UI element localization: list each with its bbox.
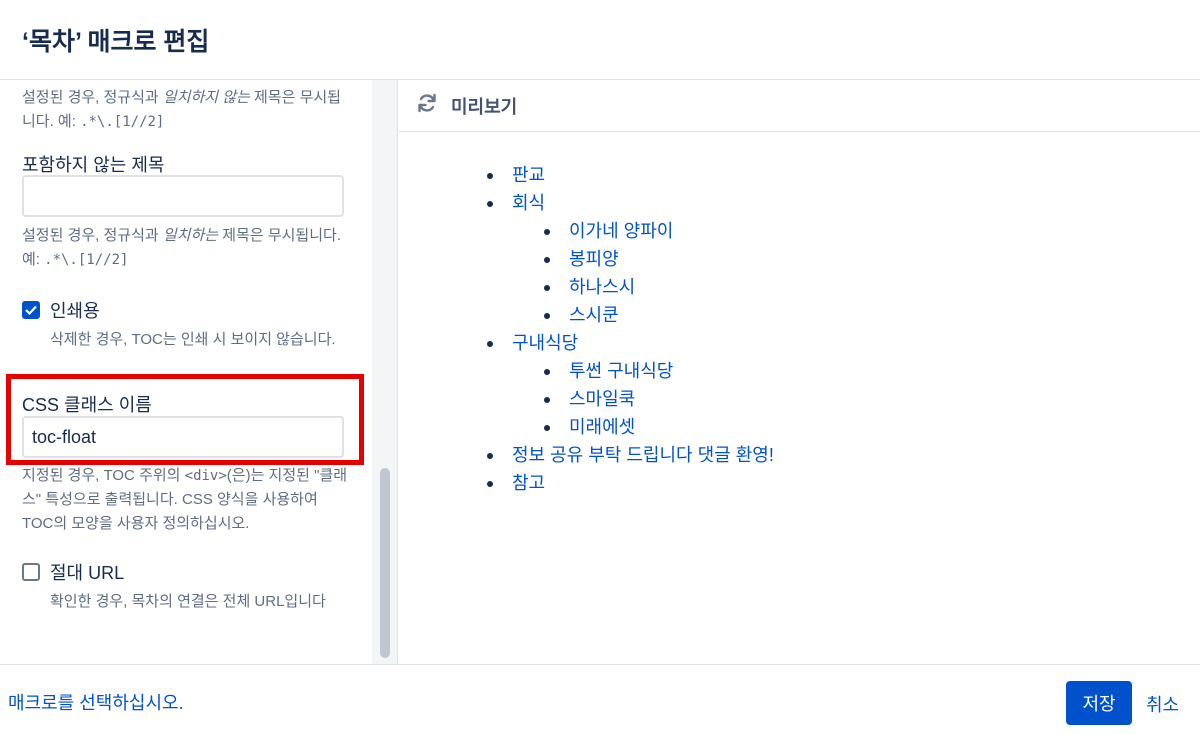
- dialog-title: ‘목차’ 매크로 편집: [22, 28, 210, 56]
- cancel-button[interactable]: 취소: [1146, 691, 1179, 717]
- scrollbar-thumb[interactable]: [380, 468, 390, 658]
- css-class-description: 지정된 경우, TOC 주위의 <div>(은)는 지정된 "클래스" 특성으로…: [22, 467, 348, 532]
- absolute-url-option[interactable]: 절대 URL: [22, 559, 124, 585]
- save-button[interactable]: 저장: [1066, 681, 1132, 725]
- left-panel-scrollbar[interactable]: [372, 80, 398, 664]
- toc-item[interactable]: 참고: [485, 469, 774, 497]
- exclude-headings-label: 포함하지 않는 제목: [22, 155, 165, 175]
- toc-subitem[interactable]: 미래에셋: [542, 413, 774, 441]
- printable-description: 삭제한 경우, TOC는 인쇄 시 보이지 않습니다.: [50, 331, 336, 348]
- absolute-url-label: 절대 URL: [50, 563, 125, 583]
- absolute-url-description: 확인한 경우, 목차의 연결은 전체 URL입니다: [50, 593, 326, 610]
- toc-subitem[interactable]: 스시쿤: [542, 301, 774, 329]
- include-headings-description: 설정된 경우, 정규식과 일치하지 않는 제목은 무시됩니다. 예: .*\.[…: [22, 89, 341, 130]
- printable-option[interactable]: 인쇄용: [22, 297, 100, 323]
- preview-title: 미리보기: [451, 96, 518, 117]
- toc-subitem[interactable]: 하나스시: [542, 273, 774, 301]
- toc-item[interactable]: 정보 공유 부탁 드립니다 댓글 환영!: [485, 441, 774, 469]
- exclude-headings-input[interactable]: [22, 175, 344, 217]
- select-macro-link[interactable]: 매크로를 선택하십시오.: [8, 689, 184, 715]
- toc-item[interactable]: 판교: [485, 161, 774, 189]
- preview-header: 미리보기: [399, 80, 1200, 132]
- printable-checkbox[interactable]: [22, 301, 40, 319]
- dialog-header: ‘목차’ 매크로 편집: [0, 0, 1200, 80]
- toc-item[interactable]: 회식: [485, 189, 774, 217]
- toc-subitem[interactable]: 스마일쿡: [542, 385, 774, 413]
- exclude-headings-description: 설정된 경우, 정규식과 일치하는 제목은 무시됩니다. 예: .*\.[1//…: [22, 227, 341, 268]
- css-class-highlight: [6, 374, 364, 465]
- dialog-footer: 매크로를 선택하십시오. 저장 취소: [0, 664, 1200, 735]
- macro-parameters-panel: 설정된 경우, 정규식과 일치하지 않는 제목은 무시됩니다. 예: .*\.[…: [0, 80, 372, 664]
- toc-preview-list: 판교 회식 이가네 양파이 봉피양 하나스시 스시쿤 구내식당 투썬 구내식당 …: [485, 161, 774, 497]
- absolute-url-checkbox[interactable]: [22, 563, 40, 581]
- toc-subitem[interactable]: 투썬 구내식당: [542, 357, 774, 385]
- toc-subitem[interactable]: 이가네 양파이: [542, 217, 774, 245]
- toc-subitem[interactable]: 봉피양: [542, 245, 774, 273]
- printable-label: 인쇄용: [50, 301, 100, 321]
- toc-item[interactable]: 구내식당: [485, 329, 774, 357]
- refresh-icon[interactable]: [415, 91, 439, 120]
- checkmark-icon: [25, 305, 37, 315]
